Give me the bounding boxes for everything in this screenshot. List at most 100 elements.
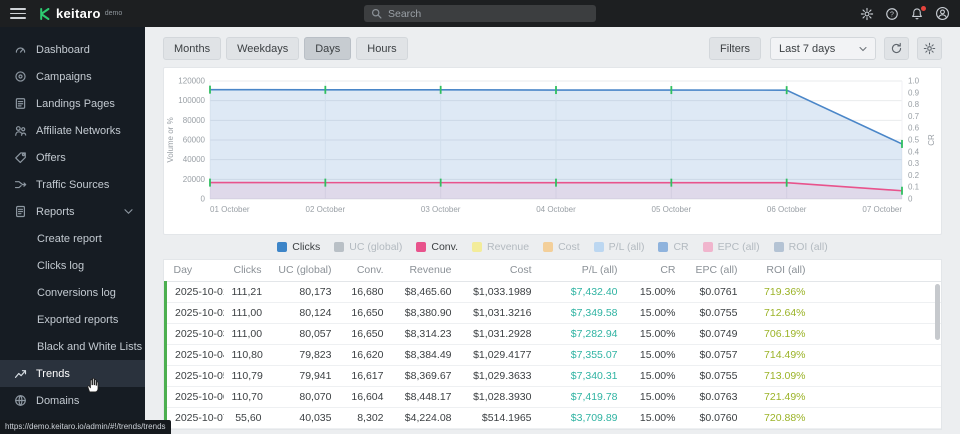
legend-cost[interactable]: Cost: [543, 241, 580, 253]
tab-hours[interactable]: Hours: [356, 37, 407, 60]
cell-epc-all: $0.0757: [684, 344, 746, 365]
table-row[interactable]: 2025-10-01111,2180,17316,680$8,465.60$1,…: [166, 281, 942, 302]
cell-filler: [814, 302, 942, 323]
column-header-cr[interactable]: CR: [626, 260, 684, 281]
legend-conv[interactable]: Conv.: [416, 241, 458, 253]
column-header-uc-global[interactable]: UC (global): [270, 260, 340, 281]
legend-cr[interactable]: CR: [658, 241, 688, 253]
cell-filler: [814, 365, 942, 386]
sidebar-item-label: Affiliate Networks: [36, 125, 121, 137]
legend-label: EPC (all): [718, 241, 760, 253]
sidebar-item-landings-pages[interactable]: Landings Pages: [0, 90, 145, 117]
cell-cost: $514.1965: [460, 407, 540, 428]
column-header-roi-all[interactable]: ROI (all): [746, 260, 814, 281]
sidebar-item-campaigns[interactable]: Campaigns: [0, 63, 145, 90]
cell-roi-all: 714.49%: [746, 344, 814, 365]
tab-months[interactable]: Months: [163, 37, 221, 60]
cell-conv: 16,650: [340, 302, 392, 323]
svg-text:1.0: 1.0: [908, 77, 920, 86]
column-header-epc-all[interactable]: EPC (all): [684, 260, 746, 281]
column-header-day[interactable]: Day: [166, 260, 224, 281]
cell-conv: 16,680: [340, 281, 392, 302]
toolbar: MonthsWeekdaysDaysHours Filters Last 7 d…: [145, 27, 960, 67]
legend-label: Conv.: [431, 241, 458, 253]
cell-conv: 16,617: [340, 365, 392, 386]
refresh-button[interactable]: [884, 37, 909, 60]
svg-text:05 October: 05 October: [652, 205, 692, 214]
sidebar-item-clicks-log[interactable]: Clicks log: [0, 252, 145, 279]
sidebar-item-conversions-log[interactable]: Conversions log: [0, 279, 145, 306]
sidebar-item-offers[interactable]: Offers: [0, 144, 145, 171]
tab-days[interactable]: Days: [304, 37, 351, 60]
chart-legend: Clicks UC (global) Conv. Revenue Cost P/L (al…: [145, 235, 960, 259]
table-row[interactable]: 2025-10-03111,0080,05716,650$8,314.23$1,…: [166, 323, 942, 344]
table-row[interactable]: 2025-10-06110,7080,07016,604$8,448.17$1,…: [166, 386, 942, 407]
chart-settings-button[interactable]: [917, 37, 942, 60]
cell-p-l-all: $7,340.31: [540, 365, 626, 386]
svg-text:0: 0: [201, 195, 206, 204]
legend-color-box: [277, 242, 287, 252]
cell-uc-global: 80,124: [270, 302, 340, 323]
sidebar-item-trends[interactable]: Trends: [0, 360, 145, 387]
date-range-select[interactable]: Last 7 days: [770, 37, 876, 60]
cell-cr: 15.00%: [626, 365, 684, 386]
column-header-filler: [814, 260, 942, 281]
sidebar-item-label: Domains: [36, 395, 79, 407]
legend-epc-all[interactable]: EPC (all): [703, 241, 760, 253]
legend-color-box: [774, 242, 784, 252]
table-row[interactable]: 2025-10-04110,8079,82316,620$8,384.49$1,…: [166, 344, 942, 365]
svg-text:01 October: 01 October: [210, 205, 250, 214]
svg-text:120000: 120000: [178, 77, 205, 86]
cell-day: 2025-10-03: [166, 323, 224, 344]
app-logo[interactable]: keitaro demo: [39, 6, 122, 21]
help-icon[interactable]: ?: [885, 7, 899, 21]
column-header-p-l-all[interactable]: P/L (all): [540, 260, 626, 281]
table-row[interactable]: 2025-10-05110,7979,94116,617$8,369.67$1,…: [166, 365, 942, 386]
column-header-conv[interactable]: Conv.: [340, 260, 392, 281]
cell-clicks: 111,00: [224, 323, 270, 344]
cell-p-l-all: $7,349.58: [540, 302, 626, 323]
topbar-actions: ?: [860, 0, 950, 27]
cell-epc-all: $0.0749: [684, 323, 746, 344]
menu-toggle-button[interactable]: [10, 8, 26, 19]
table-row[interactable]: 2025-10-0755,6040,0358,302$4,224.08$514.…: [166, 407, 942, 428]
legend-p-l-all[interactable]: P/L (all): [594, 241, 645, 253]
cell-cost: $1,029.3633: [460, 365, 540, 386]
search-input[interactable]: Search: [364, 5, 596, 22]
user-avatar[interactable]: [935, 6, 950, 21]
sidebar-item-dashboard[interactable]: Dashboard: [0, 36, 145, 63]
cell-roi-all: 706.19%: [746, 323, 814, 344]
sidebar-item-affiliate-networks[interactable]: Affiliate Networks: [0, 117, 145, 144]
sidebar-item-black-and-white-lists[interactable]: Black and White Lists: [0, 333, 145, 360]
sidebar-item-reports[interactable]: Reports: [0, 198, 145, 225]
legend-uc-global[interactable]: UC (global): [334, 241, 402, 253]
demo-badge: demo: [105, 10, 123, 17]
sidebar-item-exported-reports[interactable]: Exported reports: [0, 306, 145, 333]
sidebar-item-create-report[interactable]: Create report: [0, 225, 145, 252]
svg-text:06 October: 06 October: [767, 205, 807, 214]
legend-label: Revenue: [487, 241, 529, 253]
settings-icon[interactable]: [860, 7, 874, 21]
filters-button[interactable]: Filters: [709, 37, 761, 60]
sidebar-item-traffic-sources[interactable]: Traffic Sources: [0, 171, 145, 198]
cell-clicks: 110,70: [224, 386, 270, 407]
legend-clicks[interactable]: Clicks: [277, 241, 320, 253]
trends-table: DayClicksUC (global)Conv.RevenueCostP/L …: [164, 260, 941, 429]
landings-icon: [14, 97, 27, 110]
column-header-clicks[interactable]: Clicks: [224, 260, 270, 281]
cell-conv: 16,650: [340, 323, 392, 344]
column-header-revenue[interactable]: Revenue: [392, 260, 460, 281]
dashboard-icon: [14, 43, 27, 56]
brand-name: keitaro: [56, 6, 101, 21]
trends-chart-svg: 02000040000600008000010000012000001 Octo…: [164, 71, 941, 229]
sidebar-item-domains[interactable]: Domains: [0, 387, 145, 414]
column-header-cost[interactable]: Cost: [460, 260, 540, 281]
table-row[interactable]: 2025-10-02111,0080,12416,650$8,380.90$1,…: [166, 302, 942, 323]
notifications-icon[interactable]: [910, 7, 924, 21]
legend-revenue[interactable]: Revenue: [472, 241, 529, 253]
tab-weekdays[interactable]: Weekdays: [226, 37, 299, 60]
cell-conv: 16,604: [340, 386, 392, 407]
legend-roi-all[interactable]: ROI (all): [774, 241, 828, 253]
table-scrollbar[interactable]: [935, 284, 940, 340]
sidebar: DashboardCampaignsLandings Pages Affiliat…: [0, 27, 145, 434]
